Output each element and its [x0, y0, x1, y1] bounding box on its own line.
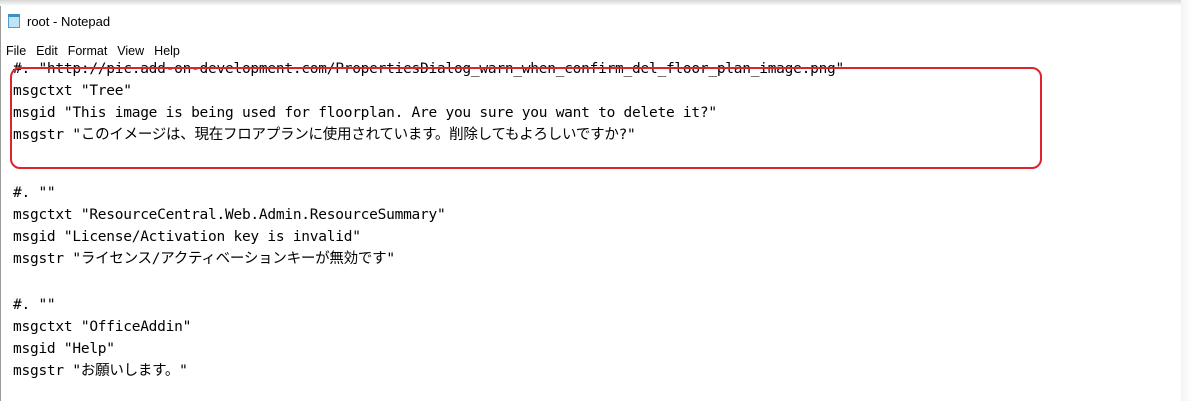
notepad-icon [7, 14, 21, 28]
text-editor[interactable]: #. "http://pic.add-on-development.com/Pr… [13, 58, 1178, 398]
editor-line: msgctxt "ResourceCentral.Web.Admin.Resou… [13, 207, 446, 223]
editor-line: msgstr "このイメージは、現在フロアプランに使用されています。削除してもよ… [13, 127, 636, 143]
editor-line: msgid "This image is being used for floo… [13, 105, 717, 121]
editor-line: msgctxt "OfficeAddin" [13, 319, 192, 335]
menu-edit[interactable]: Edit [31, 44, 63, 58]
menu-help[interactable]: Help [149, 44, 185, 58]
editor-line: msgstr "ライセンス/アクティベーションキーが無効です" [13, 251, 395, 267]
editor-line: msgid "Help" [13, 341, 115, 357]
editor-line: #. "http://pic.add-on-development.com/Pr… [13, 61, 845, 77]
editor-line: msgstr "お願いします。" [13, 363, 188, 379]
editor-line: #. "" [13, 297, 56, 313]
title-bar[interactable]: root - Notepad [1, 6, 1181, 36]
menu-view[interactable]: View [112, 44, 149, 58]
window-shadow-right [1181, 0, 1193, 401]
editor-line: #. "" [13, 185, 56, 201]
window-title: root - Notepad [27, 13, 111, 29]
menu-file[interactable]: File [1, 44, 31, 58]
menu-format[interactable]: Format [63, 44, 113, 58]
editor-line: msgid "License/Activation key is invalid… [13, 229, 361, 245]
editor-line: msgctxt "Tree" [13, 83, 132, 99]
